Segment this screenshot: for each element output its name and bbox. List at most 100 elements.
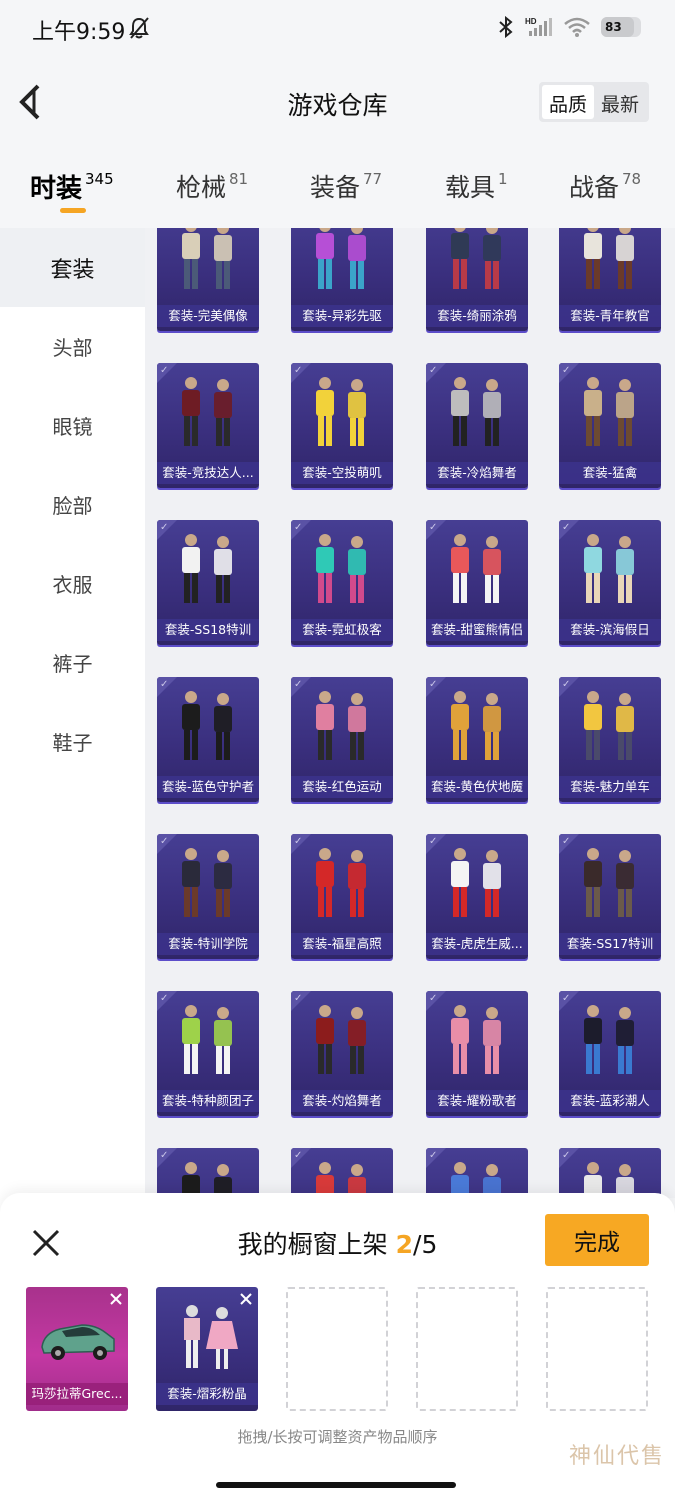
item-card-label: 套装-黄色伏地魔: [426, 776, 528, 798]
showcase-slot-4[interactable]: [416, 1287, 518, 1411]
item-card[interactable]: ✓套装-绮丽涂鸦: [426, 228, 528, 331]
item-card-label: 套装-魅力单车: [559, 776, 661, 798]
wifi-icon: [564, 17, 590, 37]
outfit-image: [584, 534, 634, 603]
tab-label: 载具: [445, 173, 496, 202]
item-card[interactable]: ✓套装-完美偶像: [157, 228, 259, 331]
item-card[interactable]: ✓ 套装-特训学院: [157, 834, 259, 959]
tab-guns[interactable]: 枪械 81: [176, 168, 248, 204]
item-card[interactable]: ✓ 套装-竞技达人...: [157, 363, 259, 488]
item-card[interactable]: ✓ 套装-SS18特训: [157, 520, 259, 645]
item-card[interactable]: ✓ 套装-空投萌叽: [291, 363, 393, 488]
sort-option-newest[interactable]: 最新: [594, 85, 646, 119]
item-card-label: 套装-蓝彩潮人: [559, 1090, 661, 1112]
outfit-image: [182, 1162, 232, 1198]
item-card[interactable]: ✓: [559, 1148, 661, 1198]
tab-count: 1: [498, 170, 508, 188]
tab-label: 枪械: [176, 173, 227, 202]
page-header: 游戏仓库 品质 最新: [0, 58, 675, 148]
tab-label: 装备: [310, 173, 361, 202]
sidebar-item-clothes[interactable]: 衣服: [0, 544, 145, 623]
item-card[interactable]: ✓ 套装-猛禽: [559, 363, 661, 488]
item-card[interactable]: ✓ 套装-冷焰舞者: [426, 363, 528, 488]
tab-fashion[interactable]: 时装 345: [30, 168, 114, 205]
item-card-label: 套装-完美偶像: [157, 305, 259, 327]
tab-supplies[interactable]: 战备 78: [569, 168, 641, 204]
category-tabs: 时装 345 枪械 81 装备 77 载具 1 战备 78: [0, 148, 675, 228]
sidebar-item-shoes[interactable]: 鞋子: [0, 702, 145, 781]
item-card[interactable]: ✓ 套装-甜蜜熊情侣: [426, 520, 528, 645]
sidebar-item-pants[interactable]: 裤子: [0, 623, 145, 702]
item-card[interactable]: ✓ 套装-霓虹极客: [291, 520, 393, 645]
item-card-label: 套装-耀粉歌者: [426, 1090, 528, 1112]
item-card[interactable]: ✓ 套装-虎虎生威...: [426, 834, 528, 959]
done-button[interactable]: 完成: [545, 1214, 649, 1266]
tab-count: 81: [229, 170, 249, 188]
item-card[interactable]: ✓ 套装-蓝色守护者: [157, 677, 259, 802]
outfit-image: [584, 228, 634, 289]
outfit-image: [316, 228, 366, 289]
item-card[interactable]: ✓ 套装-特种颜团子: [157, 991, 259, 1116]
outfit-image: [316, 848, 366, 917]
tab-count: 78: [622, 170, 642, 188]
sidebar-item-head[interactable]: 头部: [0, 307, 145, 386]
item-card[interactable]: ✓套装-青年教官: [559, 228, 661, 331]
item-card[interactable]: ✓ 套装-红色运动: [291, 677, 393, 802]
showcase-slot-5[interactable]: [546, 1287, 648, 1411]
outfit-image: [182, 1005, 232, 1074]
battery-level-text: 83: [605, 20, 622, 34]
outfit-image: [182, 534, 232, 603]
item-card[interactable]: ✓: [157, 1148, 259, 1198]
outfit-image: [182, 848, 232, 917]
item-card-label: 套装-冷焰舞者: [426, 462, 528, 484]
outfit-image: [451, 1005, 501, 1074]
tab-count: 77: [363, 170, 383, 188]
tab-label: 战备: [569, 173, 620, 202]
item-card[interactable]: ✓ 套装-蓝彩潮人: [559, 991, 661, 1116]
item-card-label: 套装-滨海假日: [559, 619, 661, 641]
outfit-image: [584, 1005, 634, 1074]
item-card[interactable]: ✓ 套装-黄色伏地魔: [426, 677, 528, 802]
sidebar-item-suits[interactable]: 套装: [0, 228, 145, 307]
active-tab-indicator: [60, 208, 86, 213]
item-card[interactable]: ✓: [291, 1148, 393, 1198]
sort-option-quality[interactable]: 品质: [541, 85, 594, 119]
item-card[interactable]: ✓套装-异彩先驱: [291, 228, 393, 331]
item-card[interactable]: ✓ 套装-滨海假日: [559, 520, 661, 645]
outfit-image: [584, 848, 634, 917]
tab-vehicles[interactable]: 载具 1: [445, 168, 508, 204]
showcase-slot-label: 套装-熠彩粉晶: [156, 1383, 258, 1405]
showcase-total-count: 5: [421, 1230, 438, 1259]
outfit-image: [316, 1162, 366, 1198]
bluetooth-icon: [499, 16, 513, 38]
outfit-image: [451, 1162, 501, 1198]
item-card[interactable]: ✓ 套装-魅力单车: [559, 677, 661, 802]
item-card-label: 套装-红色运动: [291, 776, 393, 798]
outfit-image: [584, 1162, 634, 1198]
svg-text:HD: HD: [525, 17, 537, 26]
remove-icon[interactable]: [238, 1291, 254, 1307]
item-card-label: 套装-青年教官: [559, 305, 661, 327]
item-card[interactable]: ✓ 套装-耀粉歌者: [426, 991, 528, 1116]
subcategory-sidebar: 套装 头部 眼镜 脸部 衣服 裤子 鞋子: [0, 228, 145, 1228]
item-card[interactable]: ✓ 套装-灼焰舞者: [291, 991, 393, 1116]
signal-hd-icon: HD: [525, 17, 552, 36]
item-card-label: 套装-甜蜜熊情侣: [426, 619, 528, 641]
showcase-slot-3[interactable]: [286, 1287, 388, 1411]
sidebar-item-face[interactable]: 脸部: [0, 465, 145, 544]
home-indicator[interactable]: [216, 1482, 456, 1488]
sidebar-item-glasses[interactable]: 眼镜: [0, 386, 145, 465]
showcase-slot-2[interactable]: 套装-熠彩粉晶: [156, 1287, 258, 1411]
item-card-label: 套装-灼焰舞者: [291, 1090, 393, 1112]
outfit-image: [182, 691, 232, 760]
status-icons: HD 83: [497, 16, 641, 38]
status-bar: 上午9:59 HD 83: [0, 0, 675, 58]
item-card[interactable]: ✓: [426, 1148, 528, 1198]
outfit-image: [451, 377, 501, 446]
remove-icon[interactable]: [108, 1291, 124, 1307]
sort-toggle: 品质 最新: [538, 82, 649, 122]
item-card[interactable]: ✓ 套装-福星高照: [291, 834, 393, 959]
tab-equipment[interactable]: 装备 77: [310, 168, 382, 204]
showcase-slot-1[interactable]: 玛莎拉蒂Grec...: [26, 1287, 128, 1411]
item-card[interactable]: ✓ 套装-SS17特训: [559, 834, 661, 959]
